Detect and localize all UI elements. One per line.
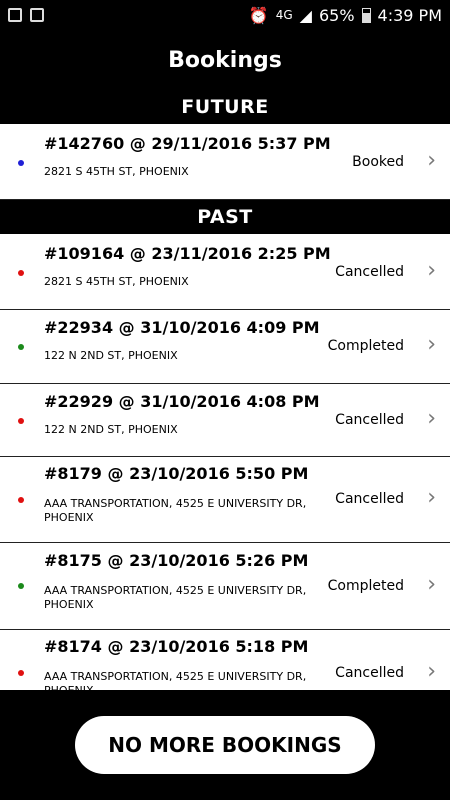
booking-title: #8174 @ 23/10/2016 5:18 PM <box>44 637 309 656</box>
booking-row[interactable]: #22934 @ 31/10/2016 4:09 PM 122 N 2ND ST… <box>0 310 450 384</box>
status-dot <box>18 497 24 503</box>
booking-status: Cancelled <box>335 264 404 280</box>
booking-address: 2821 S 45TH ST, PHOENIX <box>44 165 189 178</box>
alarm-icon: ⏰ <box>248 5 269 25</box>
booking-address: AAA TRANSPORTATION, 4525 E UNIVERSITY DR… <box>44 497 307 524</box>
booking-status: Booked <box>352 154 404 170</box>
status-dot <box>18 344 24 350</box>
booking-status: Cancelled <box>335 412 404 428</box>
network-label: 4G <box>275 8 293 22</box>
status-dot <box>18 583 24 589</box>
booking-status: Cancelled <box>335 665 404 681</box>
booking-title: #109164 @ 23/11/2016 2:25 PM <box>44 244 331 263</box>
mail-icon <box>8 8 22 22</box>
booking-title: #22929 @ 31/10/2016 4:08 PM <box>44 392 320 411</box>
page-title: Bookings <box>168 47 282 73</box>
chevron-right-icon: › <box>427 485 436 510</box>
booking-row[interactable]: #8174 @ 23/10/2016 5:18 PM AAA TRANSPORT… <box>0 630 450 690</box>
booking-address: AAA TRANSPORTATION, 4525 E UNIVERSITY DR… <box>44 670 307 690</box>
status-dot <box>18 670 24 676</box>
booking-status: Cancelled <box>335 491 404 507</box>
no-more-bookings-button[interactable]: NO MORE BOOKINGS <box>75 716 375 774</box>
booking-title: #22934 @ 31/10/2016 4:09 PM <box>44 318 320 337</box>
battery-percent: 65% <box>318 5 355 25</box>
chevron-right-icon: › <box>427 148 436 173</box>
chevron-right-icon: › <box>427 659 436 684</box>
section-header-past: PAST <box>197 206 253 228</box>
clock: 4:39 PM <box>377 5 442 25</box>
booking-title: #8179 @ 23/10/2016 5:50 PM <box>44 464 309 483</box>
section-header-future: FUTURE <box>181 96 269 118</box>
booking-status: Completed <box>327 338 404 354</box>
booking-address: AAA TRANSPORTATION, 4525 E UNIVERSITY DR… <box>44 584 307 611</box>
chevron-right-icon: › <box>427 332 436 357</box>
booking-row[interactable]: #8175 @ 23/10/2016 5:26 PM AAA TRANSPORT… <box>0 543 450 630</box>
booking-title: #142760 @ 29/11/2016 5:37 PM <box>44 134 331 153</box>
signal-icon: ◢ <box>299 5 312 25</box>
status-bar-left <box>8 8 44 22</box>
booking-status: Completed <box>327 578 404 594</box>
chevron-right-icon: › <box>427 406 436 431</box>
chevron-right-icon: › <box>427 572 436 597</box>
status-bar: ⏰ 4G ◢ 65% 4:39 PM <box>0 0 450 30</box>
battery-icon <box>361 7 371 23</box>
booking-row[interactable]: #8179 @ 23/10/2016 5:50 PM AAA TRANSPORT… <box>0 457 450 543</box>
booking-title: #8175 @ 23/10/2016 5:26 PM <box>44 551 309 570</box>
booking-address: 2821 S 45TH ST, PHOENIX <box>44 275 189 288</box>
booking-row[interactable]: #22929 @ 31/10/2016 4:08 PM 122 N 2ND ST… <box>0 384 450 457</box>
booking-address: 122 N 2ND ST, PHOENIX <box>44 349 178 362</box>
image-icon <box>30 8 44 22</box>
chevron-right-icon: › <box>427 258 436 283</box>
booking-row[interactable]: #142760 @ 29/11/2016 5:37 PM 2821 S 45TH… <box>0 124 450 200</box>
booking-address: 122 N 2ND ST, PHOENIX <box>44 423 178 436</box>
status-dot <box>18 418 24 424</box>
status-dot <box>18 160 24 166</box>
status-dot <box>18 270 24 276</box>
booking-row[interactable]: #109164 @ 23/11/2016 2:25 PM 2821 S 45TH… <box>0 234 450 310</box>
status-bar-right: ⏰ 4G ◢ 65% 4:39 PM <box>249 6 442 25</box>
